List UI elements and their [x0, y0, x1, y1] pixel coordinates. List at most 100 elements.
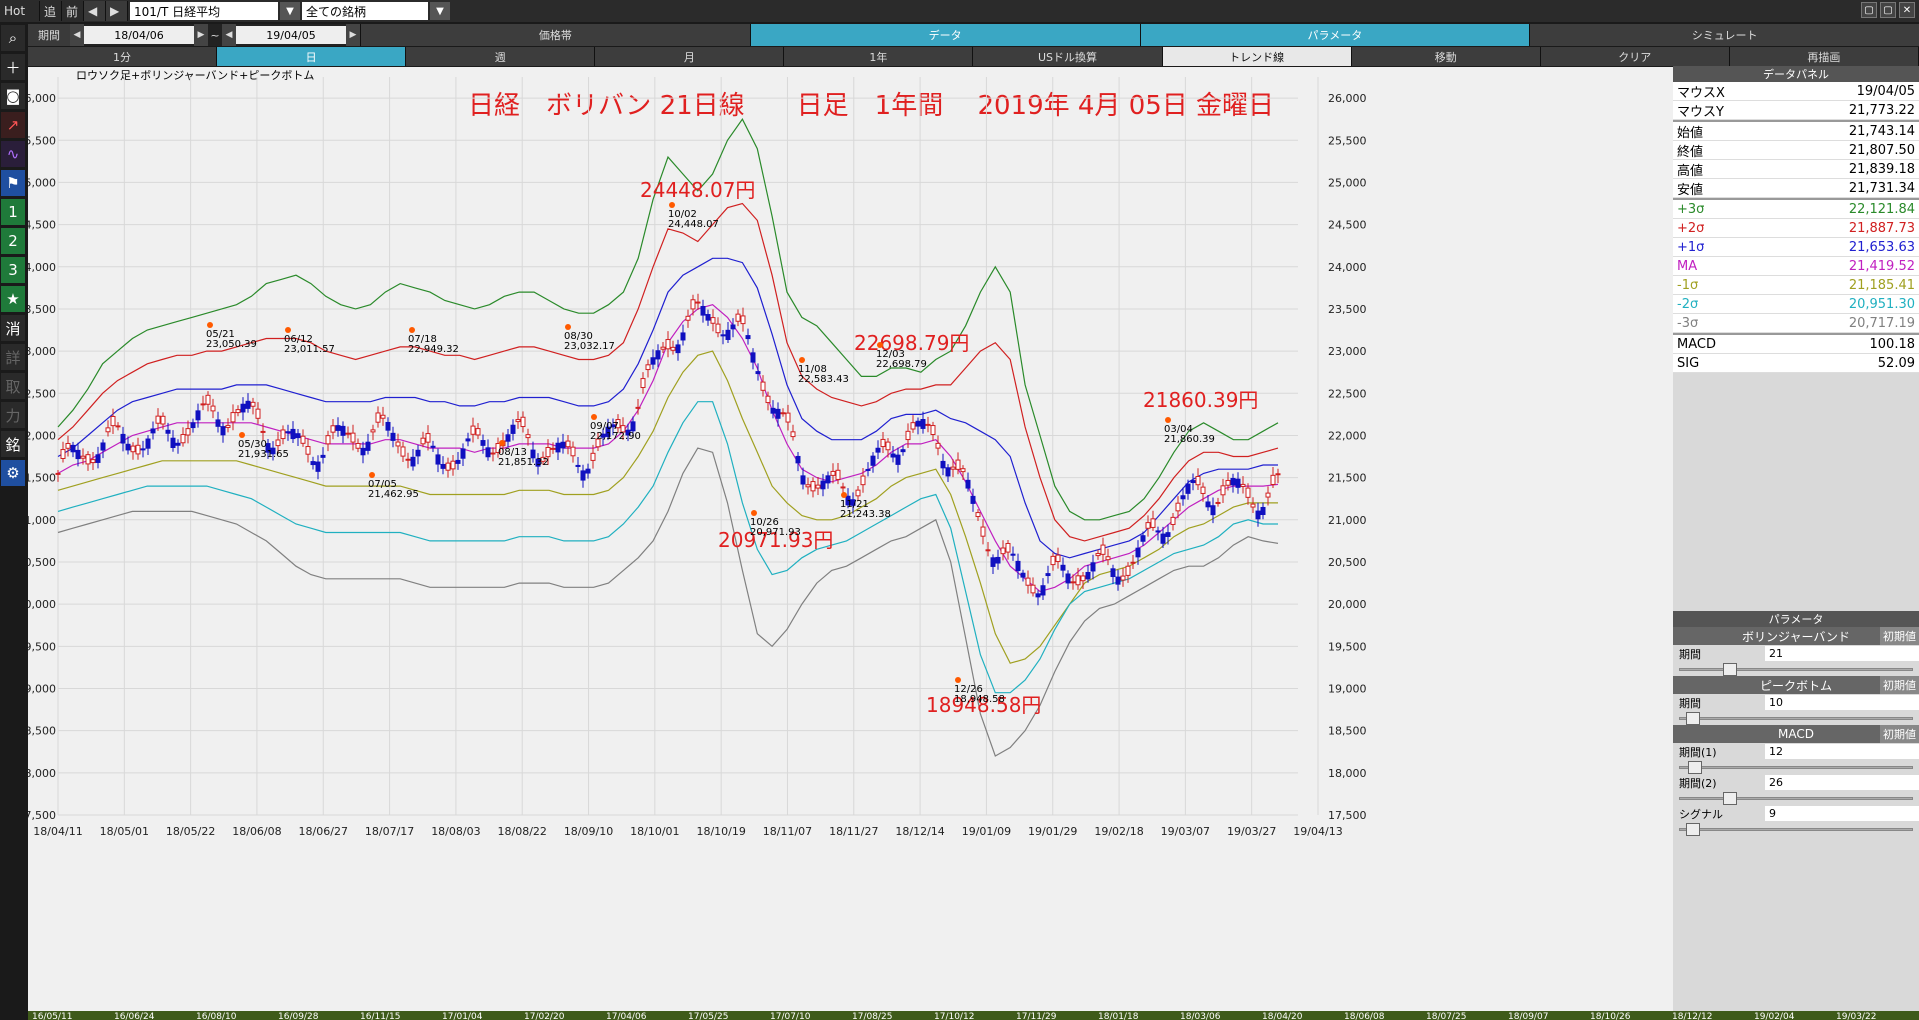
- trade-button[interactable]: 取: [1, 373, 25, 399]
- hot-button[interactable]: Hot: [0, 1, 40, 21]
- y-tick-left: 18,500: [28, 725, 56, 738]
- chart-area[interactable]: ロウソク足+ボリンジャーバンド+ピークボトム 日経 ボリバン 21日線 日足 1…: [28, 67, 1673, 1015]
- param-slider[interactable]: [1679, 662, 1913, 676]
- clear-button[interactable]: クリア: [1540, 47, 1730, 66]
- prev-icon[interactable]: ◀: [84, 1, 106, 21]
- flag-icon[interactable]: ⚑: [1, 170, 25, 196]
- candle-body: [1110, 568, 1116, 578]
- candle-body: [1185, 483, 1191, 494]
- y-tick-left: 25,000: [28, 176, 56, 189]
- from-prev-icon[interactable]: ◀: [70, 24, 84, 46]
- minimize-icon[interactable]: ▢: [1861, 2, 1877, 18]
- plus-icon[interactable]: ＋: [1, 54, 25, 80]
- candle-body: [80, 455, 86, 459]
- candle-body: [1175, 502, 1181, 512]
- preset-2-button[interactable]: 2: [1, 228, 25, 254]
- data-panel-row: +2σ 21,887.73: [1673, 219, 1919, 238]
- param-value-field[interactable]: 9: [1765, 806, 1919, 821]
- usd-convert-button[interactable]: USドル換算: [973, 47, 1163, 66]
- candle-body: [555, 442, 561, 453]
- universe-dropdown-icon[interactable]: ▼: [430, 2, 450, 20]
- symbol-dropdown-icon[interactable]: ▼: [280, 2, 300, 20]
- candle-body: [1245, 487, 1251, 498]
- to-prev-icon[interactable]: ◀: [222, 24, 236, 46]
- to-next-icon[interactable]: ▶: [346, 24, 360, 46]
- param-slider[interactable]: [1679, 760, 1913, 774]
- move-button[interactable]: 移動: [1351, 47, 1541, 66]
- stock-button[interactable]: 銘: [1, 431, 25, 457]
- mae-button[interactable]: 前: [62, 1, 84, 21]
- universe-field[interactable]: 全ての銘柄: [302, 2, 428, 20]
- data-panel-value: 21,839.18: [1848, 161, 1915, 177]
- line-chart-icon[interactable]: ↗: [1, 112, 25, 138]
- candle-body: [245, 400, 251, 409]
- candle-body: [345, 432, 351, 435]
- zoom-icon[interactable]: ⌕: [1, 25, 25, 51]
- from-date-field[interactable]: 18/04/06: [84, 26, 194, 44]
- tab-data[interactable]: データ: [749, 24, 1140, 46]
- param-slider[interactable]: [1679, 822, 1913, 836]
- param-value-field[interactable]: 12: [1765, 744, 1919, 759]
- preset-3-button[interactable]: 3: [1, 257, 25, 283]
- param-slider[interactable]: [1679, 791, 1913, 805]
- oi-button[interactable]: 追: [40, 1, 62, 21]
- tab-price-band[interactable]: 価格帯: [360, 24, 750, 46]
- param-group-name: MACD: [1778, 727, 1814, 741]
- range-day[interactable]: 日: [217, 47, 407, 66]
- tab-simulate[interactable]: シミュレート: [1529, 24, 1919, 46]
- candle-body: [155, 415, 161, 424]
- y-tick-right: 22,500: [1328, 387, 1367, 400]
- candle-body: [170, 437, 176, 448]
- to-date-field[interactable]: 19/04/05: [236, 26, 346, 44]
- symbol-field[interactable]: 101/T 日経平均: [130, 2, 278, 20]
- peak-value-label: 21,860.39: [1164, 434, 1215, 445]
- candle-body: [715, 323, 721, 334]
- slider-thumb[interactable]: [1723, 792, 1737, 805]
- maximize-icon[interactable]: ▢: [1880, 2, 1896, 18]
- detail-button[interactable]: 詳: [1, 344, 25, 370]
- camera-icon[interactable]: ◙: [1, 83, 25, 109]
- candle-body: [320, 454, 326, 458]
- y-tick-right: 22,000: [1328, 429, 1367, 442]
- reset-default-button[interactable]: 初期値: [1880, 725, 1919, 743]
- close-icon[interactable]: ✕: [1899, 2, 1915, 18]
- data-panel-row: SIG 52.09: [1673, 354, 1919, 373]
- candle-body: [1210, 505, 1216, 516]
- data-panel-value: 100.18: [1869, 336, 1916, 352]
- range-1year[interactable]: 1年: [784, 47, 974, 66]
- data-panel-value: 21,807.50: [1848, 142, 1915, 158]
- param-value-field[interactable]: 21: [1765, 646, 1919, 661]
- indicator-icon[interactable]: ∿: [1, 141, 25, 167]
- preset-1-button[interactable]: 1: [1, 199, 25, 225]
- x-tick: 19/01/09: [962, 825, 1011, 838]
- slider-thumb[interactable]: [1685, 712, 1700, 725]
- slider-thumb[interactable]: [1685, 823, 1700, 836]
- next-icon[interactable]: ▶: [106, 1, 128, 21]
- peak-marker: [369, 472, 375, 478]
- from-next-icon[interactable]: ▶: [194, 24, 208, 46]
- tab-parameter[interactable]: パラメータ: [1139, 24, 1530, 46]
- redraw-button[interactable]: 再描画: [1729, 47, 1919, 66]
- trendline-button[interactable]: トレンド線: [1162, 47, 1352, 66]
- erase-button[interactable]: 消: [1, 315, 25, 341]
- y-tick-left: 26,000: [28, 92, 56, 105]
- bottom-timeline[interactable]: 16/05/11 16/06/24 16/08/10 16/09/28 16/11/15…: [28, 1011, 1919, 1020]
- reset-default-button[interactable]: 初期値: [1880, 627, 1919, 645]
- candle-body: [420, 437, 426, 445]
- input-button[interactable]: 力: [1, 402, 25, 428]
- candle-body: [85, 454, 91, 465]
- star-icon[interactable]: ★: [1, 286, 25, 312]
- param-slider[interactable]: [1679, 711, 1913, 725]
- range-1min[interactable]: 1分: [28, 47, 218, 66]
- slider-thumb[interactable]: [1723, 663, 1737, 676]
- range-month[interactable]: 月: [595, 47, 785, 66]
- candle-body: [110, 415, 116, 427]
- candle-body: [395, 441, 401, 447]
- reset-default-button[interactable]: 初期値: [1880, 676, 1919, 694]
- range-week[interactable]: 週: [406, 47, 596, 66]
- param-value-field[interactable]: 26: [1765, 775, 1919, 790]
- slider-thumb[interactable]: [1687, 761, 1702, 774]
- gear-icon[interactable]: ⚙: [1, 460, 25, 486]
- candle-body: [1010, 553, 1016, 556]
- param-value-field[interactable]: 10: [1765, 695, 1919, 710]
